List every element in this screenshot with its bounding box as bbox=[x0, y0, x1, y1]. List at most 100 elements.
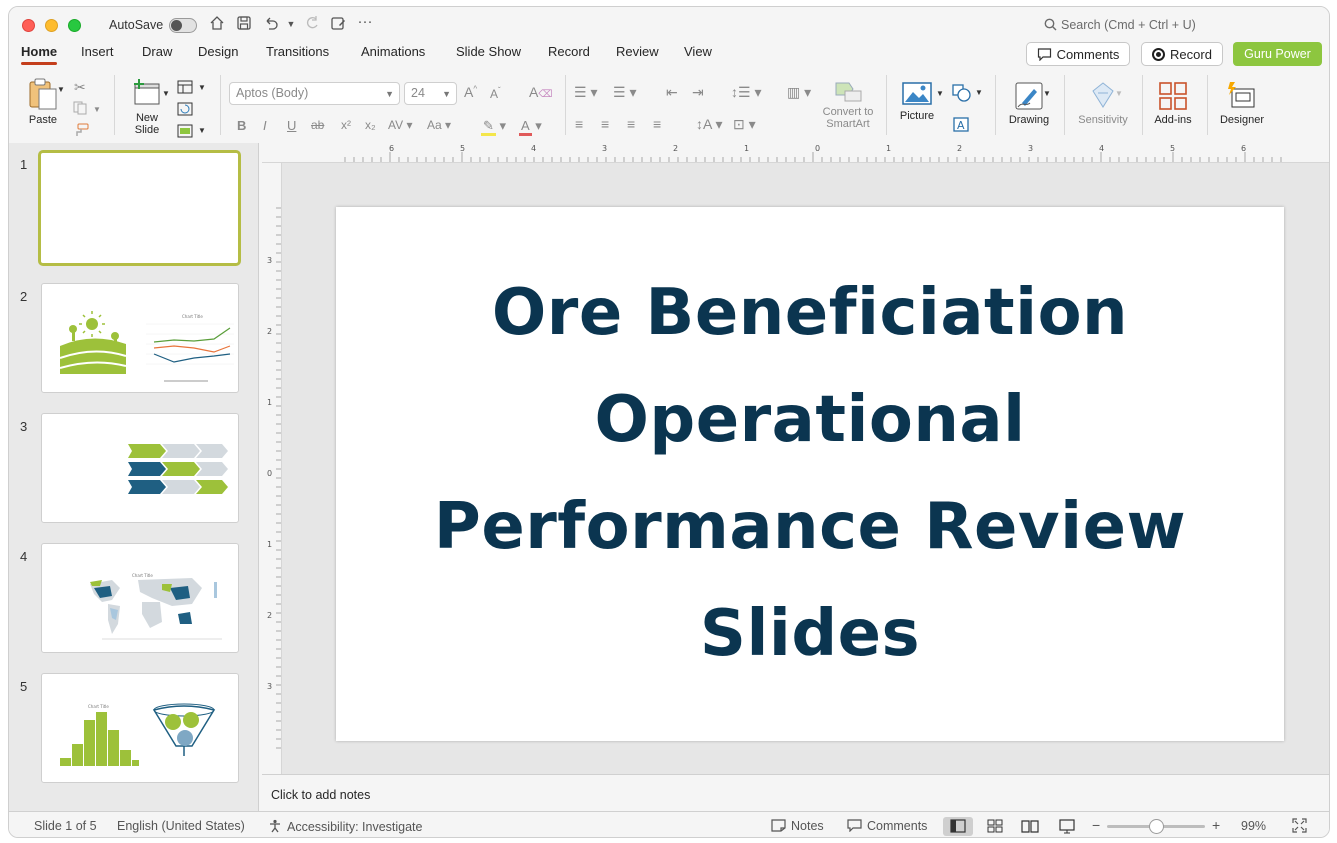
redo-icon[interactable] bbox=[302, 15, 322, 35]
increase-indent-icon[interactable]: ⇥ bbox=[692, 84, 704, 101]
search-box[interactable]: Search (Cmd + Ctrl + U) bbox=[1044, 18, 1196, 32]
tab-home[interactable]: Home bbox=[21, 44, 58, 65]
slide-canvas[interactable]: Ore Beneficiation Operational Performanc… bbox=[336, 207, 1284, 741]
columns-icon[interactable]: ▥ ▾ bbox=[787, 84, 811, 101]
fit-to-window-button[interactable] bbox=[1292, 818, 1307, 836]
sensitivity-dropdown-icon[interactable]: ▼ bbox=[1115, 89, 1123, 98]
strikethrough-icon[interactable]: ab bbox=[311, 118, 324, 132]
slide-thumbnails-panel[interactable]: 1 2 Chart Title 3 4 Chart Title 5 Chart … bbox=[9, 143, 259, 811]
notes-pane[interactable]: Click to add notes bbox=[262, 774, 1329, 811]
paste-dropdown-icon[interactable]: ▼ bbox=[57, 85, 65, 94]
autosave-toggle[interactable] bbox=[169, 18, 197, 33]
slide-thumbnail-2[interactable]: Chart Title bbox=[41, 283, 239, 393]
save-as-icon[interactable] bbox=[328, 15, 348, 35]
accessibility-button[interactable]: Accessibility: Investigate bbox=[268, 819, 422, 834]
clear-formatting-icon[interactable]: A⌫ bbox=[529, 84, 552, 100]
comments-button[interactable]: Comments bbox=[1026, 42, 1130, 66]
bold-icon[interactable]: B bbox=[237, 118, 246, 133]
minimize-window-button[interactable] bbox=[45, 19, 58, 32]
text-direction-icon[interactable]: ↕A ▾ bbox=[696, 116, 722, 133]
undo-icon[interactable] bbox=[261, 15, 281, 35]
text-box-icon[interactable]: A bbox=[953, 117, 969, 135]
save-icon[interactable] bbox=[234, 15, 254, 35]
drawing-dropdown-icon[interactable]: ▼ bbox=[1043, 89, 1051, 98]
subscript-icon[interactable]: x₂ bbox=[365, 118, 376, 132]
add-ins-button[interactable]: Add-ins bbox=[1151, 81, 1195, 126]
notes-toggle-button[interactable]: Notes bbox=[771, 819, 824, 833]
tab-insert[interactable]: Insert bbox=[81, 44, 114, 59]
sensitivity-button[interactable]: Sensitivity bbox=[1073, 81, 1133, 126]
zoom-in-button[interactable]: + bbox=[1212, 817, 1220, 833]
tab-slide-show[interactable]: Slide Show bbox=[456, 44, 521, 59]
tab-view[interactable]: View bbox=[684, 44, 712, 59]
highlight-icon[interactable]: ✎ ▾ bbox=[481, 118, 506, 136]
comments-toggle-button[interactable]: Comments bbox=[847, 819, 927, 833]
zoom-window-button[interactable] bbox=[68, 19, 81, 32]
font-color-icon[interactable]: A ▾ bbox=[519, 118, 542, 136]
record-button[interactable]: Record bbox=[1141, 42, 1223, 66]
language-indicator[interactable]: English (United States) bbox=[117, 819, 245, 833]
layout-dropdown-icon[interactable]: ▼ bbox=[198, 83, 206, 92]
new-slide-dropdown-icon[interactable]: ▼ bbox=[162, 89, 170, 98]
align-center-icon[interactable]: ≡ bbox=[601, 116, 609, 132]
copy-icon[interactable] bbox=[73, 101, 89, 118]
zoom-slider-handle[interactable] bbox=[1149, 819, 1164, 834]
add-ins-label: Add-ins bbox=[1154, 114, 1192, 126]
tab-record[interactable]: Record bbox=[548, 44, 590, 59]
align-right-icon[interactable]: ≡ bbox=[627, 116, 635, 132]
section-dropdown-icon[interactable]: ▼ bbox=[198, 126, 206, 135]
tab-animations[interactable]: Animations bbox=[361, 44, 425, 59]
convert-to-smartart-button[interactable]: Convert to SmartArt bbox=[817, 81, 879, 130]
decrease-indent-icon[interactable]: ⇤ bbox=[666, 84, 678, 101]
italic-icon[interactable]: I bbox=[263, 118, 267, 133]
font-name-select[interactable]: Aptos (Body) ▼ bbox=[229, 82, 400, 105]
section-icon[interactable] bbox=[177, 124, 193, 141]
zoom-level[interactable]: 99% bbox=[1241, 819, 1266, 833]
zoom-out-button[interactable]: − bbox=[1092, 817, 1100, 833]
undo-dropdown-icon[interactable]: ▼ bbox=[281, 19, 301, 29]
slide-title[interactable]: Ore Beneficiation Operational Performanc… bbox=[400, 260, 1220, 688]
slide-thumbnail-5[interactable]: Chart Title bbox=[41, 673, 239, 783]
tab-transitions[interactable]: Transitions bbox=[266, 44, 329, 59]
align-left-icon[interactable]: ≡ bbox=[575, 116, 583, 132]
character-spacing-icon[interactable]: AV ▾ bbox=[388, 118, 412, 132]
format-painter-icon[interactable] bbox=[73, 123, 89, 140]
line-spacing-icon[interactable]: ↕☰ ▾ bbox=[731, 84, 761, 101]
new-slide-button[interactable]: New Slide bbox=[125, 77, 169, 136]
slide-editor[interactable]: 6 5 4 3 2 1 0 1 2 3 4 5 6 3 2 1 0 1 2 3 Ore Beneficiation … bbox=[262, 143, 1329, 774]
decrease-font-size-icon[interactable]: Aˇ bbox=[490, 86, 501, 101]
guru-power-button[interactable]: Guru Power bbox=[1233, 42, 1322, 66]
numbering-icon[interactable]: ☰ ▾ bbox=[613, 84, 636, 101]
copy-dropdown-icon[interactable]: ▼ bbox=[93, 105, 101, 114]
cut-icon[interactable]: ✂ bbox=[74, 79, 86, 96]
change-case-icon[interactable]: Aa ▾ bbox=[427, 118, 451, 132]
normal-view-button[interactable] bbox=[943, 817, 973, 836]
shapes-icon[interactable] bbox=[952, 84, 972, 105]
superscript-icon[interactable]: x² bbox=[341, 118, 351, 132]
more-options-icon[interactable]: ··· bbox=[355, 13, 375, 30]
close-window-button[interactable] bbox=[22, 19, 35, 32]
picture-button[interactable]: Picture bbox=[897, 81, 937, 122]
reading-view-button[interactable] bbox=[1015, 817, 1045, 836]
drawing-button[interactable]: Drawing bbox=[1005, 81, 1053, 126]
tab-review[interactable]: Review bbox=[616, 44, 659, 59]
slide-thumbnail-4[interactable]: Chart Title bbox=[41, 543, 239, 653]
home-icon[interactable] bbox=[207, 15, 227, 35]
slide-thumbnail-1[interactable] bbox=[38, 150, 241, 266]
tab-draw[interactable]: Draw bbox=[142, 44, 172, 59]
increase-font-size-icon[interactable]: A^ bbox=[464, 84, 477, 100]
slide-thumbnail-3[interactable] bbox=[41, 413, 239, 523]
shapes-dropdown-icon[interactable]: ▼ bbox=[975, 88, 983, 97]
justify-icon[interactable]: ≡ bbox=[653, 116, 661, 132]
slideshow-view-button[interactable] bbox=[1052, 817, 1082, 836]
tab-design[interactable]: Design bbox=[198, 44, 238, 59]
designer-button[interactable]: Designer bbox=[1217, 81, 1267, 126]
font-size-select[interactable]: 24 ▼ bbox=[404, 82, 457, 105]
layout-icon[interactable] bbox=[177, 80, 193, 97]
bullets-icon[interactable]: ☰ ▾ bbox=[574, 84, 597, 101]
slide-sorter-button[interactable] bbox=[980, 817, 1010, 836]
picture-dropdown-icon[interactable]: ▼ bbox=[936, 89, 944, 98]
align-text-icon[interactable]: ⊡ ▾ bbox=[733, 116, 756, 133]
reset-slide-icon[interactable] bbox=[177, 102, 193, 119]
underline-icon[interactable]: U bbox=[287, 118, 296, 133]
